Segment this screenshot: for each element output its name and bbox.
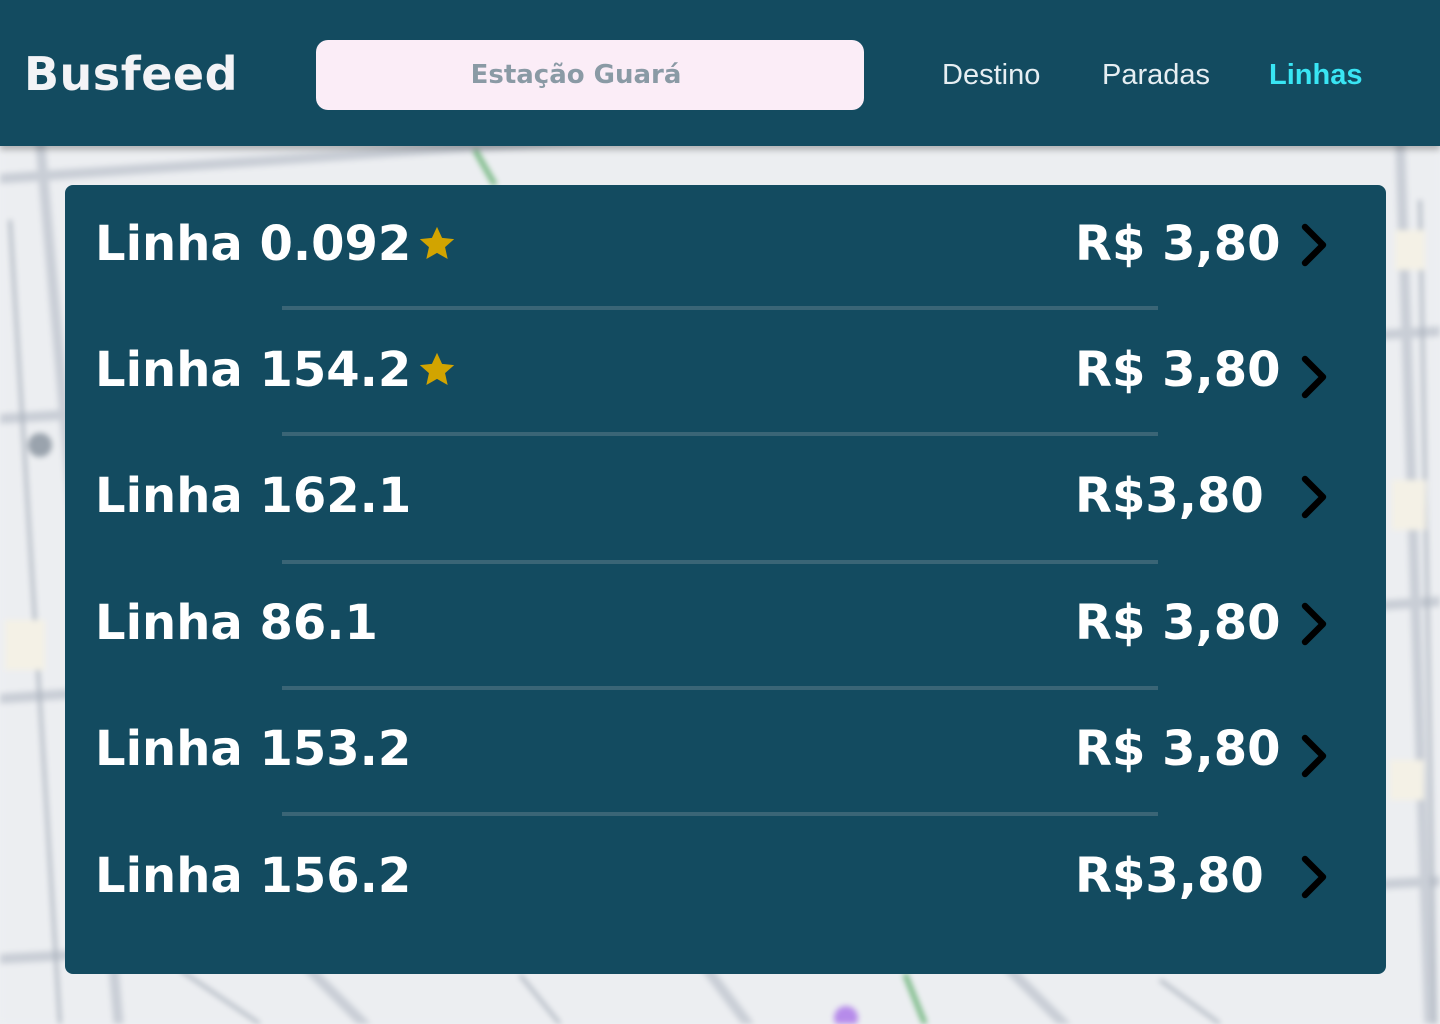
line-price: R$ 3,80 [1075,721,1281,777]
line-name: Linha 0.092 [95,216,412,272]
line-price: R$ 3,80 [1075,342,1281,398]
nav-paradas[interactable]: Paradas [1102,48,1210,102]
list-item[interactable]: Linha 162.1 R$3,80 [65,437,1386,563]
line-name: Linha 86.1 [95,595,378,651]
list-item[interactable]: Linha 86.1 R$ 3,80 [65,564,1386,690]
divider [282,812,1158,816]
line-name: Linha 153.2 [95,721,412,777]
nav-destino[interactable]: Destino [942,48,1040,102]
divider [282,306,1158,310]
app-logo[interactable]: Busfeed [24,44,238,104]
star-icon[interactable] [415,349,459,391]
chevron-right-icon[interactable] [1299,223,1331,267]
chevron-right-icon[interactable] [1299,602,1331,646]
lines-list: Linha 0.092 R$ 3,80 Linha 154.2 R$ 3,80 … [65,185,1386,974]
divider [282,432,1158,436]
list-item[interactable]: Linha 0.092 R$ 3,80 [65,185,1386,311]
line-name: Linha 154.2 [95,342,412,398]
chevron-right-icon[interactable] [1299,475,1331,519]
search-input[interactable]: Estação Guará [316,40,864,110]
chevron-right-icon[interactable] [1299,855,1331,899]
star-icon[interactable] [415,223,459,265]
list-item[interactable]: Linha 153.2 R$ 3,80 [65,690,1386,816]
line-price: R$ 3,80 [1075,595,1281,651]
chevron-right-icon[interactable] [1299,734,1331,778]
line-price: R$ 3,80 [1075,216,1281,272]
chevron-right-icon[interactable] [1299,355,1331,399]
search-value[interactable]: Estação Guará [316,40,836,110]
line-name: Linha 156.2 [95,848,412,904]
list-item[interactable]: Linha 154.2 R$ 3,80 [65,311,1386,437]
line-price: R$3,80 [1075,468,1264,524]
nav-linhas[interactable]: Linhas [1269,48,1362,102]
line-price: R$3,80 [1075,848,1264,904]
line-name: Linha 162.1 [95,468,412,524]
list-item[interactable]: Linha 156.2 R$3,80 [65,817,1386,943]
app-header: Busfeed Estação Guará Destino Paradas Li… [0,0,1440,146]
